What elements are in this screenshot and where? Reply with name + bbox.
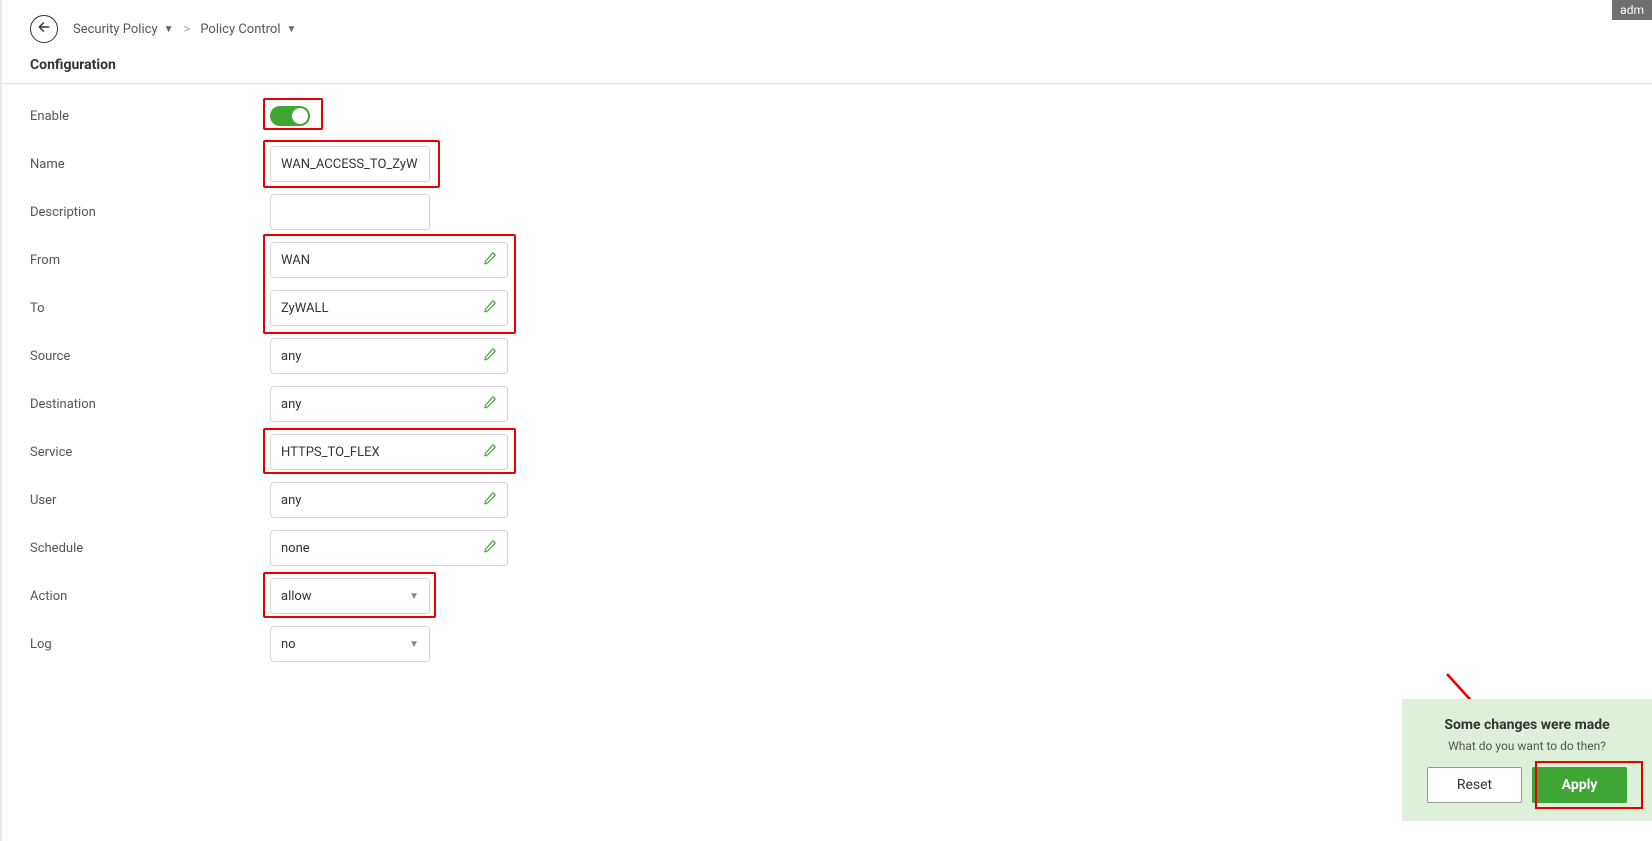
row-destination: Destination any: [30, 380, 1622, 428]
label-schedule: Schedule: [30, 541, 270, 556]
select-value: allow: [281, 589, 312, 604]
left-edge-stripe: [0, 0, 2, 841]
admin-indicator[interactable]: adm: [1612, 0, 1652, 20]
changes-title: Some changes were made: [1417, 717, 1637, 733]
label-log: Log: [30, 637, 270, 652]
label-destination: Destination: [30, 397, 270, 412]
pencil-icon[interactable]: [483, 395, 497, 413]
to-select[interactable]: ZyWALL: [270, 290, 508, 326]
source-select[interactable]: any: [270, 338, 508, 374]
pencil-icon[interactable]: [483, 347, 497, 365]
from-select[interactable]: WAN: [270, 242, 508, 278]
row-service: Service HTTPS_TO_FLEX: [30, 428, 1622, 476]
user-select[interactable]: any: [270, 482, 508, 518]
back-button[interactable]: [30, 15, 58, 43]
breadcrumb-security-policy[interactable]: Security Policy ▼: [73, 22, 174, 37]
enable-toggle[interactable]: [270, 106, 310, 126]
log-select[interactable]: no ▼: [270, 626, 430, 662]
topbar: Security Policy ▼ > Policy Control ▼: [0, 0, 1652, 51]
destination-select[interactable]: any: [270, 386, 508, 422]
breadcrumb-policy-control[interactable]: Policy Control ▼: [200, 22, 296, 37]
row-action: Action allow ▼: [30, 572, 1622, 620]
pencil-icon[interactable]: [483, 251, 497, 269]
action-select[interactable]: allow ▼: [270, 578, 430, 614]
changes-panel: Some changes were made What do you want …: [1402, 699, 1652, 821]
label-user: User: [30, 493, 270, 508]
row-schedule: Schedule none: [30, 524, 1622, 572]
label-service: Service: [30, 445, 270, 460]
caret-down-icon: ▼: [409, 639, 419, 650]
row-name: Name: [30, 140, 1622, 188]
pencil-icon[interactable]: [483, 299, 497, 317]
schedule-select[interactable]: none: [270, 530, 508, 566]
select-value: no: [281, 637, 296, 652]
breadcrumb-label: Policy Control: [200, 22, 280, 37]
label-action: Action: [30, 589, 270, 604]
label-source: Source: [30, 349, 270, 364]
select-value: any: [281, 349, 301, 364]
breadcrumb-label: Security Policy: [73, 22, 158, 37]
apply-button[interactable]: Apply: [1532, 767, 1627, 803]
caret-down-icon: ▼: [409, 591, 419, 602]
service-select[interactable]: HTTPS_TO_FLEX: [270, 434, 508, 470]
select-value: ZyWALL: [281, 301, 329, 316]
pencil-icon[interactable]: [483, 443, 497, 461]
caret-down-icon: ▼: [164, 24, 174, 35]
caret-down-icon: ▼: [287, 24, 297, 35]
changes-subtitle: What do you want to do then?: [1417, 739, 1637, 753]
label-description: Description: [30, 205, 270, 220]
row-user: User any: [30, 476, 1622, 524]
select-value: any: [281, 493, 301, 508]
row-enable: Enable: [30, 92, 1622, 140]
breadcrumb-separator: >: [184, 22, 191, 37]
select-value: HTTPS_TO_FLEX: [281, 445, 380, 460]
select-value: WAN: [281, 253, 310, 268]
configuration-form: Enable Name Description From WAN: [0, 92, 1652, 668]
row-from: From WAN: [30, 236, 1622, 284]
row-to: To ZyWALL: [30, 284, 1622, 332]
description-input[interactable]: [270, 194, 430, 230]
select-value: any: [281, 397, 301, 412]
label-from: From: [30, 253, 270, 268]
label-name: Name: [30, 157, 270, 172]
name-input[interactable]: [270, 146, 430, 182]
row-description: Description: [30, 188, 1622, 236]
reset-button[interactable]: Reset: [1427, 767, 1522, 803]
toggle-knob: [292, 108, 308, 124]
label-enable: Enable: [30, 109, 270, 124]
breadcrumb: Security Policy ▼ > Policy Control ▼: [73, 22, 296, 37]
row-log: Log no ▼: [30, 620, 1622, 668]
pencil-icon[interactable]: [483, 539, 497, 557]
label-to: To: [30, 301, 270, 316]
row-source: Source any: [30, 332, 1622, 380]
pencil-icon[interactable]: [483, 491, 497, 509]
section-title: Configuration: [0, 51, 1652, 84]
select-value: none: [281, 541, 310, 556]
arrow-left-icon: [37, 20, 51, 38]
